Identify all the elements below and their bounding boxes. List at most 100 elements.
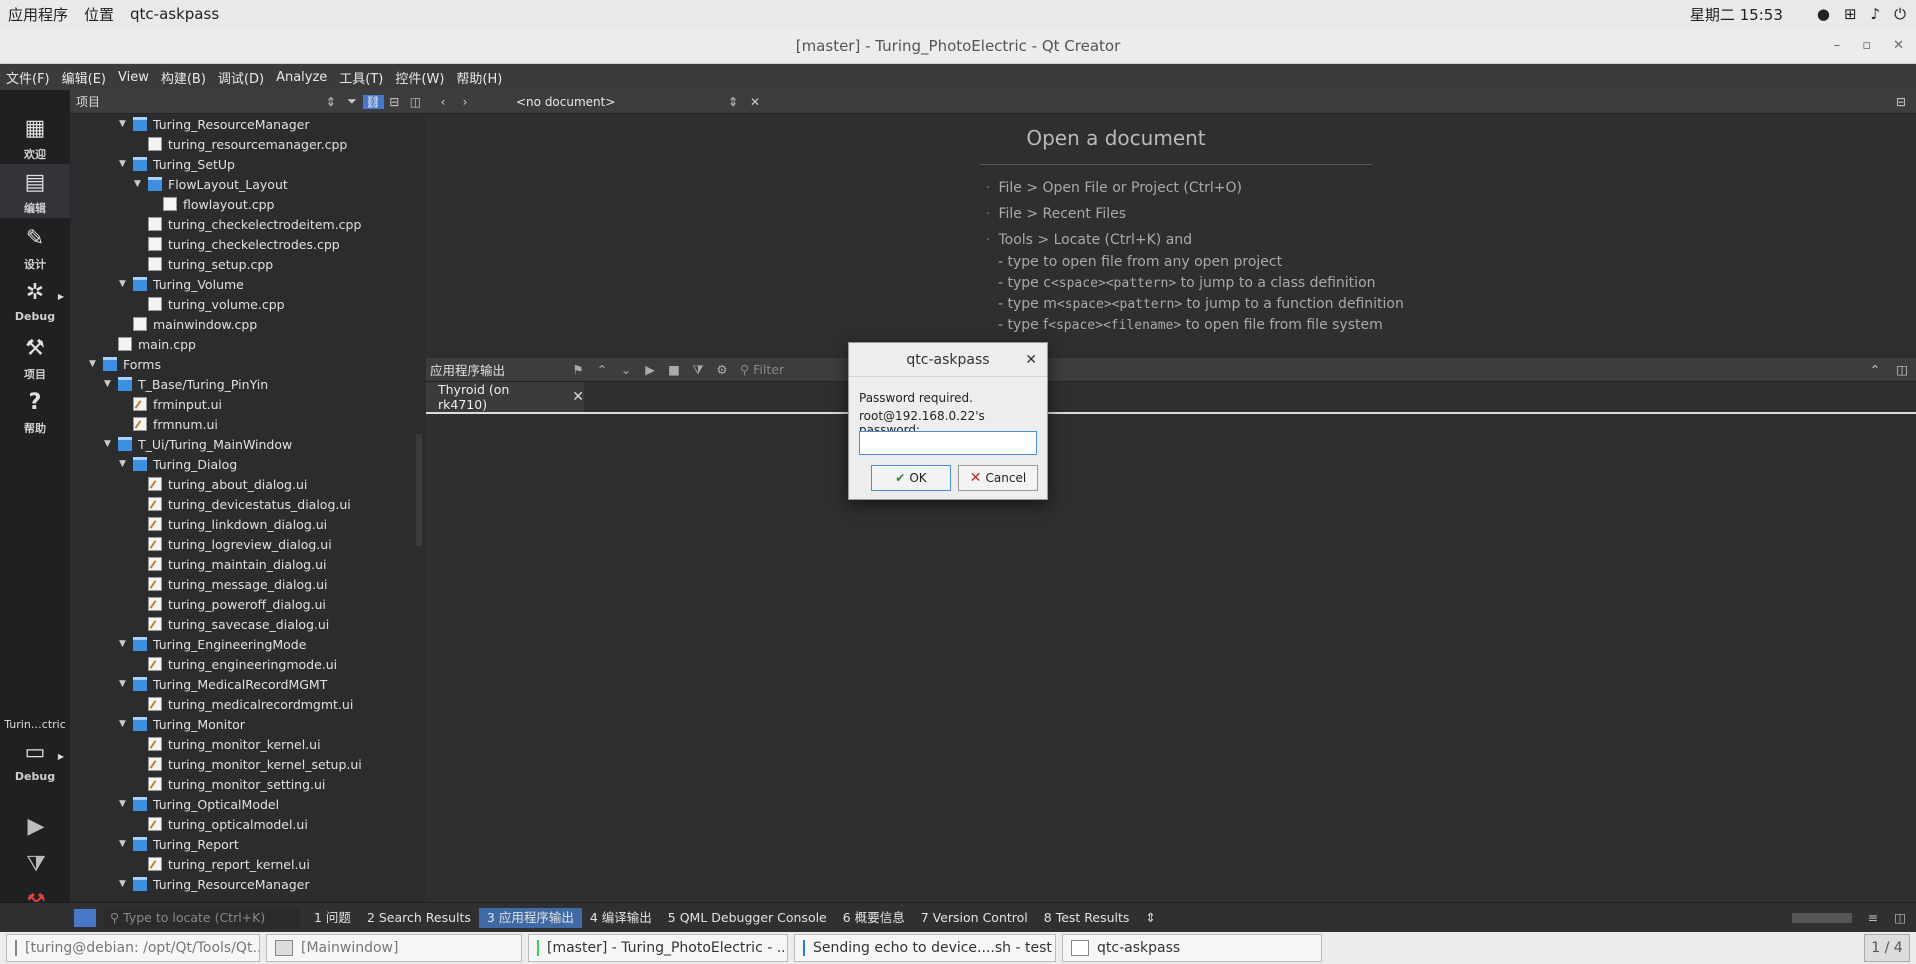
- task-vscode[interactable]: Sending echo to device....sh - test -...: [794, 934, 1056, 962]
- kit-selector[interactable]: ▭ Debug ▶: [0, 734, 70, 788]
- tree-folder[interactable]: ▼ FlowLayout_Layout: [134, 174, 288, 194]
- tree-file[interactable]: turing_linkdown_dialog.ui: [134, 514, 327, 534]
- tree-folder[interactable]: ▼ T_Base/Turing_PinYin: [104, 374, 268, 394]
- close-pane-icon[interactable]: ◫: [405, 95, 426, 109]
- expand-arrow-icon[interactable]: ▼: [119, 459, 133, 469]
- progress-details-icon[interactable]: ≡: [1868, 910, 1878, 925]
- menu-help[interactable]: 帮助(H): [450, 68, 508, 87]
- tree-file[interactable]: turing_engineeringmode.ui: [134, 654, 337, 674]
- minimize-button[interactable]: –: [1834, 28, 1841, 64]
- run-button[interactable]: ▶: [22, 814, 50, 840]
- menu-file[interactable]: 文件(F): [0, 68, 56, 87]
- tree-folder[interactable]: ▼ Turing_ResourceManager: [119, 874, 310, 894]
- tree-file[interactable]: turing_about_dialog.ui: [134, 474, 307, 494]
- expand-arrow-icon[interactable]: ▼: [119, 679, 133, 689]
- expand-arrow-icon[interactable]: ▼: [119, 159, 133, 169]
- tree-file[interactable]: turing_report_kernel.ui: [134, 854, 310, 874]
- task-mainwindow[interactable]: [Mainwindow]: [266, 934, 522, 962]
- toggle-right-sidebar-icon[interactable]: ◫: [1894, 910, 1906, 925]
- tree-file[interactable]: turing_checkelectrodes.cpp: [134, 234, 340, 254]
- project-tree-scrollbar[interactable]: [414, 114, 424, 896]
- expand-arrow-icon[interactable]: ▼: [104, 439, 118, 449]
- application-output[interactable]: [426, 414, 1916, 902]
- link-icon[interactable]: ⛓: [362, 94, 384, 109]
- menu-tools[interactable]: 工具(T): [333, 68, 389, 87]
- dropdown-icon[interactable]: ⇕: [722, 95, 744, 109]
- dropdown-icon[interactable]: ⇕: [320, 95, 341, 109]
- tree-file[interactable]: turing_setup.cpp: [134, 254, 273, 274]
- split-icon[interactable]: ⊟: [384, 95, 405, 109]
- active-app-menu[interactable]: qtc-askpass: [122, 5, 227, 23]
- document-select[interactable]: <no document>: [516, 95, 716, 109]
- output-filter-input[interactable]: ⚲ Filter: [740, 362, 784, 377]
- menu-widgets[interactable]: 控件(W): [389, 68, 450, 87]
- tree-file[interactable]: turing_resourcemanager.cpp: [134, 134, 347, 154]
- tab-compile-output[interactable]: 4 编译输出: [582, 908, 660, 928]
- project-tree[interactable]: ▼ Turing_ResourceManager turing_resourcema…: [70, 114, 410, 896]
- cancel-button[interactable]: ✕ Cancel: [958, 465, 1038, 491]
- tree-folder[interactable]: ▼ T_Ui/Turing_MainWindow: [104, 434, 292, 454]
- mode-design[interactable]: ✎ 设计: [0, 220, 70, 274]
- toggle-sidebar-button[interactable]: [74, 908, 96, 927]
- tree-file[interactable]: turing_monitor_setting.ui: [134, 774, 325, 794]
- tree-folder[interactable]: ▼ Turing_EngineeringMode: [119, 634, 306, 654]
- play-icon[interactable]: ▶: [638, 362, 662, 377]
- tree-file[interactable]: turing_poweroff_dialog.ui: [134, 594, 326, 614]
- tab-application-output[interactable]: 3 应用程序输出: [478, 907, 582, 928]
- expand-arrow-icon[interactable]: ▼: [104, 379, 118, 389]
- locator-input[interactable]: ⚲ Type to locate (Ctrl+K): [104, 906, 300, 929]
- tree-folder[interactable]: ▼ Turing_SetUp: [119, 154, 235, 174]
- tree-file[interactable]: turing_medicalrecordmgmt.ui: [134, 694, 353, 714]
- task-qtc-askpass[interactable]: qtc-askpass: [1062, 934, 1322, 962]
- expand-arrow-icon[interactable]: ▼: [134, 179, 148, 189]
- tab-qml-debugger-console[interactable]: 5 QML Debugger Console: [660, 908, 835, 928]
- volume-icon[interactable]: ♪: [1871, 5, 1881, 23]
- gear-icon[interactable]: ⚙: [710, 362, 734, 377]
- close-document-icon[interactable]: ✕: [744, 95, 766, 109]
- split-editor-icon[interactable]: ⊟: [1890, 95, 1912, 109]
- power-icon[interactable]: ⏻: [1894, 5, 1906, 23]
- tree-folder[interactable]: ▼ Turing_Report: [119, 834, 239, 854]
- stop-icon[interactable]: ■: [662, 362, 686, 377]
- clock[interactable]: 星期二 15:53: [1690, 4, 1783, 25]
- tab-thyroid[interactable]: Thyroid (on rk4710) ✕: [426, 382, 584, 412]
- tab-issues[interactable]: 1 问题: [306, 908, 359, 928]
- mode-debug[interactable]: ✲ Debug ▶: [0, 274, 70, 328]
- menu-debug[interactable]: 调试(D): [212, 68, 270, 87]
- ok-button[interactable]: ✔ OK: [871, 465, 951, 491]
- tree-folder[interactable]: ▼ Turing_OpticalModel: [119, 794, 279, 814]
- filter-icon[interactable]: ⏷: [341, 94, 362, 109]
- close-tab-icon[interactable]: ✕: [572, 389, 584, 405]
- tree-file[interactable]: main.cpp: [104, 334, 196, 354]
- tab-search-results[interactable]: 2 Search Results: [359, 908, 479, 928]
- mode-edit[interactable]: ▤ 编辑: [0, 164, 70, 218]
- project-view-select[interactable]: 项目: [70, 93, 320, 110]
- tree-file[interactable]: flowlayout.cpp: [149, 194, 274, 214]
- tree-file[interactable]: frmnum.ui: [119, 414, 218, 434]
- chevron-down-icon[interactable]: ⌄: [614, 362, 638, 377]
- maximize-pane-icon[interactable]: ⌃: [1870, 362, 1880, 377]
- tab-general-messages[interactable]: 6 概要信息: [835, 908, 913, 928]
- expand-arrow-icon[interactable]: ▼: [119, 839, 133, 849]
- close-window-button[interactable]: ✕: [1893, 28, 1904, 64]
- tree-file[interactable]: turing_opticalmodel.ui: [134, 814, 308, 834]
- tab-version-control[interactable]: 7 Version Control: [913, 908, 1036, 928]
- more-tabs-icon[interactable]: ⇕: [1137, 908, 1163, 928]
- tree-file[interactable]: turing_resourcemanager.ui: [134, 894, 336, 896]
- tree-file[interactable]: mainwindow.cpp: [119, 314, 257, 334]
- tree-file[interactable]: turing_devicestatus_dialog.ui: [134, 494, 351, 514]
- tree-folder[interactable]: ▼ Turing_Monitor: [119, 714, 245, 734]
- tree-folder[interactable]: ▼ Turing_Volume: [119, 274, 244, 294]
- menu-analyze[interactable]: Analyze: [270, 70, 333, 85]
- applications-menu[interactable]: 应用程序: [0, 4, 76, 25]
- debug-run-button[interactable]: ⧩: [22, 852, 50, 878]
- menu-edit[interactable]: 编辑(E): [56, 68, 112, 87]
- menu-build[interactable]: 构建(B): [155, 68, 212, 87]
- places-menu[interactable]: 位置: [76, 4, 122, 25]
- tree-folder[interactable]: ▼ Turing_Dialog: [119, 454, 237, 474]
- tree-file[interactable]: turing_message_dialog.ui: [134, 574, 327, 594]
- network-icon[interactable]: ⊞: [1844, 5, 1857, 23]
- forward-icon[interactable]: ›: [454, 95, 476, 109]
- tree-folder[interactable]: ▼ Turing_ResourceManager: [119, 114, 310, 134]
- tree-file[interactable]: turing_savecase_dialog.ui: [134, 614, 329, 634]
